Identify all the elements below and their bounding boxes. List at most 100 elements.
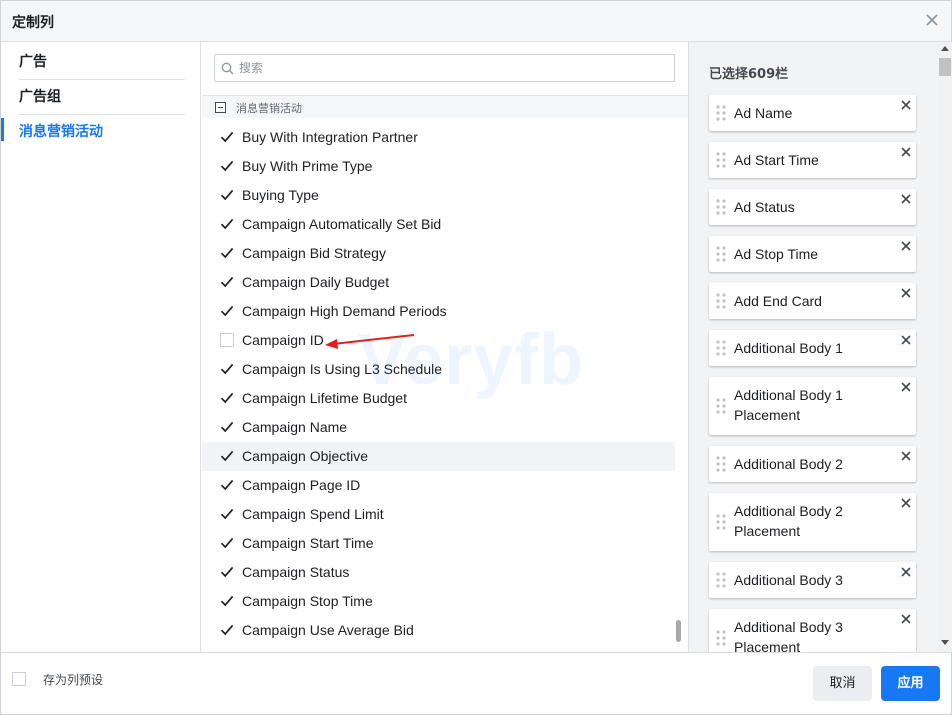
checkmark-icon[interactable] xyxy=(220,246,234,260)
scroll-down-icon[interactable] xyxy=(941,640,949,645)
column-option-row[interactable]: Campaign Lifetime Budget xyxy=(202,384,675,413)
selected-column-card[interactable]: Ad Start Time xyxy=(709,142,916,178)
drag-handle-icon[interactable] xyxy=(716,340,726,356)
section-header-campaign[interactable]: 消息营销活动 xyxy=(202,95,688,118)
column-option-row[interactable]: Campaign Name xyxy=(202,413,675,442)
checkmark-icon[interactable] xyxy=(220,507,234,521)
selected-column-card[interactable]: Additional Body 3 Placement xyxy=(709,609,916,652)
selected-column-card[interactable]: Additional Body 1 xyxy=(709,330,916,366)
checkmark-icon[interactable] xyxy=(220,159,234,173)
remove-x-icon[interactable] xyxy=(900,334,912,346)
checkmark-icon[interactable] xyxy=(220,449,234,463)
remove-x-icon[interactable] xyxy=(900,497,912,509)
selected-column-card[interactable]: Add End Card xyxy=(709,283,916,319)
remove-x-icon[interactable] xyxy=(900,450,912,462)
drag-handle-icon[interactable] xyxy=(716,630,726,646)
column-option-row[interactable]: Buying Type xyxy=(202,181,675,210)
column-option-label: Campaign Objective xyxy=(242,448,369,464)
selected-panel-scrollbar[interactable] xyxy=(938,42,952,652)
column-option-row[interactable]: Campaign Spend Limit xyxy=(202,500,675,529)
column-list-panel: 消息营销活动 Buy With Integration Partner Buy W… xyxy=(202,42,688,652)
search-input[interactable] xyxy=(239,59,659,77)
drag-handle-icon[interactable] xyxy=(716,456,726,472)
checkmark-icon[interactable] xyxy=(220,217,234,231)
column-option-row[interactable]: Campaign Is Using L3 Schedule xyxy=(202,355,675,384)
column-option-row[interactable]: Campaign Page ID xyxy=(202,471,675,500)
checkmark-icon[interactable] xyxy=(220,536,234,550)
selected-column-card[interactable]: Ad Name xyxy=(709,95,916,131)
scroll-up-icon[interactable] xyxy=(941,46,949,51)
checkmark-icon[interactable] xyxy=(220,130,234,144)
active-indicator xyxy=(1,118,4,141)
selected-columns-panel: 已选择609栏 Ad Name Ad Start Time Ad Status Ad … xyxy=(688,42,951,652)
checkmark-icon[interactable] xyxy=(220,478,234,492)
remove-x-icon[interactable] xyxy=(900,287,912,299)
drag-handle-icon[interactable] xyxy=(716,152,726,168)
checkmark-icon[interactable] xyxy=(220,594,234,608)
remove-x-icon[interactable] xyxy=(900,99,912,111)
remove-x-icon[interactable] xyxy=(900,566,912,578)
checkmark-icon[interactable] xyxy=(220,420,234,434)
column-option-row[interactable]: Campaign Bid Strategy xyxy=(202,239,675,268)
nav-item-ad[interactable]: 广告 xyxy=(1,45,185,80)
selected-column-label: Additional Body 1 Placement xyxy=(734,387,843,423)
selected-column-label: Ad Status xyxy=(734,199,795,215)
selected-column-card[interactable]: Additional Body 2 xyxy=(709,446,916,482)
remove-x-icon[interactable] xyxy=(900,240,912,252)
column-option-row[interactable]: Campaign High Demand Periods xyxy=(202,297,675,326)
remove-x-icon[interactable] xyxy=(900,381,912,393)
search-box[interactable] xyxy=(214,54,675,82)
minus-icon[interactable] xyxy=(215,102,226,113)
column-option-label: Campaign Automatically Set Bid xyxy=(242,216,442,232)
cancel-button[interactable]: 取消 xyxy=(813,666,872,701)
checkmark-icon[interactable] xyxy=(220,565,234,579)
selected-column-label: Ad Name xyxy=(734,105,793,121)
column-option-row[interactable]: Buy With Integration Partner xyxy=(202,123,675,152)
remove-x-icon[interactable] xyxy=(900,193,912,205)
column-option-row[interactable]: Campaign Use Average Bid xyxy=(202,616,675,645)
scrollbar-thumb[interactable] xyxy=(676,620,681,642)
drag-handle-icon[interactable] xyxy=(716,398,726,414)
checkmark-icon[interactable] xyxy=(220,275,234,289)
drag-handle-icon[interactable] xyxy=(716,572,726,588)
drag-handle-icon[interactable] xyxy=(716,246,726,262)
remove-x-icon[interactable] xyxy=(900,146,912,158)
column-option-label: Campaign High Demand Periods xyxy=(242,303,447,319)
nav-item-adset[interactable]: 广告组 xyxy=(1,80,185,115)
save-preset-checkbox[interactable] xyxy=(12,672,26,686)
selected-column-card[interactable]: Ad Stop Time xyxy=(709,236,916,272)
checkmark-icon[interactable] xyxy=(220,391,234,405)
column-option-row[interactable]: Campaign Objective xyxy=(202,442,675,471)
selected-column-card[interactable]: Ad Status xyxy=(709,189,916,225)
checkmark-icon[interactable] xyxy=(220,623,234,637)
column-checkbox-unchecked[interactable] xyxy=(220,333,234,347)
checkmark-icon[interactable] xyxy=(220,188,234,202)
selected-column-label: Additional Body 3 Placement xyxy=(734,619,843,652)
selected-count-title: 已选择609栏 xyxy=(709,67,789,82)
column-option-row[interactable]: Buy With Prime Type xyxy=(202,152,675,181)
column-option-label: Campaign Daily Budget xyxy=(242,274,390,290)
checkmark-icon[interactable] xyxy=(220,304,234,318)
drag-handle-icon[interactable] xyxy=(716,105,726,121)
drag-handle-icon[interactable] xyxy=(716,199,726,215)
column-option-row[interactable]: Campaign Start Time xyxy=(202,529,675,558)
drag-handle-icon[interactable] xyxy=(716,514,726,530)
nav-item-campaign[interactable]: 消息营销活动 xyxy=(1,115,185,150)
column-option-label: Campaign Bid Strategy xyxy=(242,245,386,261)
scrollbar-thumb[interactable] xyxy=(939,58,951,76)
column-option-row[interactable]: Campaign Automatically Set Bid xyxy=(202,210,675,239)
nav-item-label: 广告 xyxy=(19,54,47,70)
checkmark-icon[interactable] xyxy=(220,362,234,376)
remove-x-icon[interactable] xyxy=(900,613,912,625)
close-icon[interactable] xyxy=(923,11,941,29)
selected-column-card[interactable]: Additional Body 2 Placement xyxy=(709,493,916,551)
selected-column-card[interactable]: Additional Body 3 xyxy=(709,562,916,598)
column-option-row[interactable]: Campaign ID xyxy=(202,326,675,355)
column-option-label: Campaign ID xyxy=(242,332,324,348)
column-option-row[interactable]: Campaign Daily Budget xyxy=(202,268,675,297)
selected-column-card[interactable]: Additional Body 1 Placement xyxy=(709,377,916,435)
apply-button[interactable]: 应用 xyxy=(881,666,940,701)
column-option-row[interactable]: Campaign Status xyxy=(202,558,675,587)
column-option-row[interactable]: Campaign Stop Time xyxy=(202,587,675,616)
drag-handle-icon[interactable] xyxy=(716,293,726,309)
